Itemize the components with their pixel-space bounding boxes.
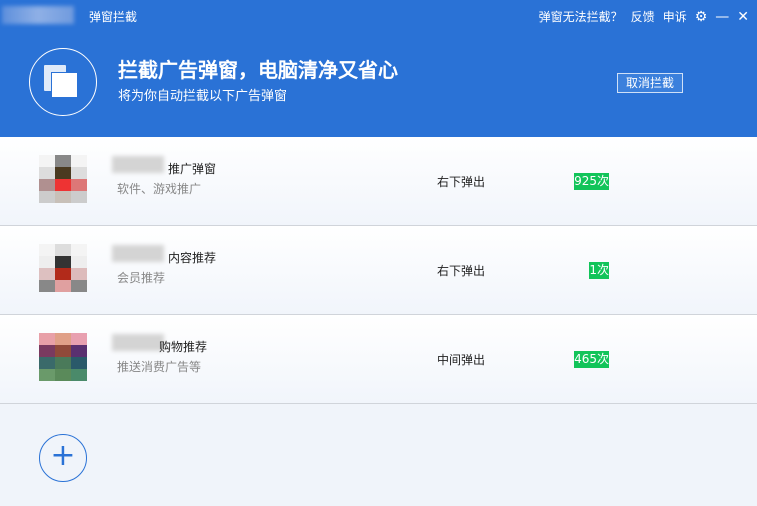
close-icon[interactable]: ✕ (737, 9, 749, 25)
cancel-block-button[interactable]: 取消拦截 (617, 73, 683, 93)
appeal-link[interactable]: 申诉 (663, 8, 687, 25)
block-count-badge: 1次 (589, 262, 609, 279)
block-count-badge: 465次 (574, 351, 609, 368)
block-count-badge: 925次 (574, 173, 609, 190)
popup-position: 右下弹出 (437, 175, 486, 189)
cant-block-link[interactable]: 弹窗无法拦截？ (539, 8, 623, 25)
app-icon (39, 155, 87, 203)
popup-name: 内容推荐 (168, 251, 217, 265)
popup-position: 中间弹出 (437, 353, 486, 367)
add-button[interactable]: + (39, 434, 87, 482)
blurred-app-name (112, 156, 164, 173)
popup-desc: 推送消费广告等 (117, 360, 202, 374)
app-icon (39, 333, 87, 381)
app-title: 弹窗拦截 (89, 10, 138, 24)
gear-icon[interactable]: ⚙ (695, 9, 708, 25)
popup-name: 推广弹窗 (168, 162, 217, 176)
list-item[interactable]: 推广弹窗 软件、游戏推广 右下弹出 925次 (0, 137, 757, 226)
popup-desc: 软件、游戏推广 (117, 182, 202, 196)
app-logo (2, 6, 74, 24)
header: 弹窗拦截 弹窗无法拦截？ 反馈 申诉 ⚙ — ✕ 拦截广告弹窗，电脑清净又省心 … (0, 0, 757, 137)
popup-name: 购物推荐 (159, 340, 208, 354)
popup-position: 右下弹出 (437, 264, 486, 278)
list-item[interactable]: 购物推荐 推送消费广告等 中间弹出 465次 (0, 315, 757, 404)
blurred-app-name (112, 334, 164, 351)
popup-desc: 会员推荐 (117, 271, 166, 285)
app-icon (39, 244, 87, 292)
feedback-link[interactable]: 反馈 (631, 8, 655, 25)
blurred-app-name (112, 245, 164, 262)
headline: 拦截广告弹窗，电脑清净又省心 (118, 58, 398, 82)
list-item[interactable]: 内容推荐 会员推荐 右下弹出 1次 (0, 226, 757, 315)
popup-windows-icon (29, 48, 97, 116)
subtitle: 将为你自动拦截以下广告弹窗 (118, 89, 288, 104)
minimize-icon[interactable]: — (715, 9, 729, 25)
